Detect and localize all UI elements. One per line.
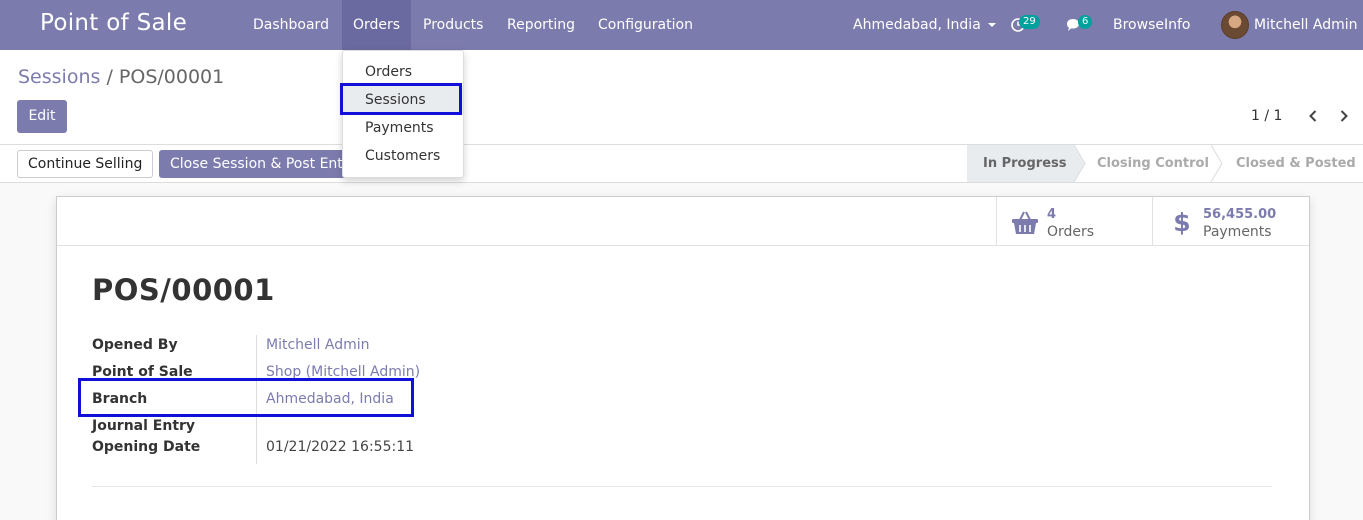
opening-date-label: Opening Date [92, 439, 201, 455]
svg-text:$: $ [1173, 209, 1190, 235]
menu-configuration[interactable]: Configuration [587, 0, 704, 50]
branch-switcher[interactable]: Ahmedabad, India [853, 0, 996, 50]
branch-highlight-box [78, 378, 414, 417]
dropdown-item-payments[interactable]: Payments [343, 114, 463, 142]
orders-label: Orders [1047, 224, 1095, 240]
opening-date-value: 01/21/2022 16:55:11 [266, 439, 415, 455]
activity-button[interactable]: 29 [1011, 0, 1047, 50]
menu-orders[interactable]: Orders [342, 0, 412, 50]
smart-button-box: 4 Orders $ 56,455.00 Payments [57, 197, 1309, 246]
menu-reporting[interactable]: Reporting [496, 0, 586, 50]
section-divider [92, 486, 1272, 487]
payments-stat-button[interactable]: $ 56,455.00 Payments [1152, 197, 1309, 246]
messages-count-badge: 6 [1078, 15, 1093, 29]
chevron-right-icon[interactable] [1339, 110, 1349, 122]
breadcrumb-current: POS/00001 [118, 66, 225, 88]
avatar [1221, 11, 1249, 39]
sessions-highlight-box [340, 83, 462, 115]
basket-icon [1012, 211, 1038, 234]
activity-count-badge: 29 [1019, 15, 1040, 29]
control-panel: Sessions / POS/00001 Edit 1 / 1 [0, 50, 1363, 145]
app-title[interactable]: Point of Sale [40, 10, 187, 36]
journal-entry-label: Journal Entry [92, 418, 196, 434]
messages-button[interactable]: 6 [1064, 0, 1098, 50]
session-title: POS/00001 [92, 273, 275, 307]
opened-by-label: Opened By [92, 337, 178, 353]
orders-count: 4 [1047, 207, 1057, 222]
dollar-icon: $ [1173, 209, 1190, 235]
close-session-button[interactable]: Close Session & Post Entries [159, 150, 359, 178]
stage-closing-control[interactable]: Closing Control [1081, 145, 1209, 182]
dropdown-item-orders[interactable]: Orders [343, 58, 463, 86]
chevron-left-icon[interactable] [1308, 110, 1318, 122]
chevron-down-icon [987, 23, 996, 27]
company-switcher[interactable]: BrowseInfo [1113, 0, 1190, 50]
user-name: Mitchell Admin [1254, 17, 1358, 33]
stage-in-progress: In Progress [967, 145, 1074, 182]
menu-dashboard[interactable]: Dashboard [242, 0, 340, 50]
opened-by-value[interactable]: Mitchell Admin [266, 337, 370, 353]
payments-amount: 56,455.00 [1203, 207, 1277, 222]
continue-selling-button[interactable]: Continue Selling [17, 150, 154, 178]
pager-value[interactable]: 1 / 1 [1251, 108, 1282, 124]
status-bar: Continue Selling Close Session & Post En… [0, 145, 1363, 183]
user-menu[interactable]: Mitchell Admin [1221, 0, 1363, 50]
payments-label: Payments [1203, 224, 1272, 240]
dropdown-item-customers[interactable]: Customers [343, 142, 463, 170]
menu-products[interactable]: Products [412, 0, 494, 50]
stage-closed-posted[interactable]: Closed & Posted [1220, 145, 1356, 182]
top-navbar: Point of Sale Dashboard Orders Products … [0, 0, 1363, 50]
breadcrumb-sessions-link[interactable]: Sessions [18, 66, 100, 88]
edit-button[interactable]: Edit [17, 100, 67, 133]
form-sheet: 4 Orders $ 56,455.00 Payments POS/00001 … [56, 196, 1310, 520]
breadcrumb-separator: / [106, 66, 113, 88]
branch-switcher-label: Ahmedabad, India [853, 17, 981, 33]
breadcrumb: Sessions / POS/00001 [18, 66, 224, 88]
orders-stat-button[interactable]: 4 Orders [996, 197, 1152, 246]
